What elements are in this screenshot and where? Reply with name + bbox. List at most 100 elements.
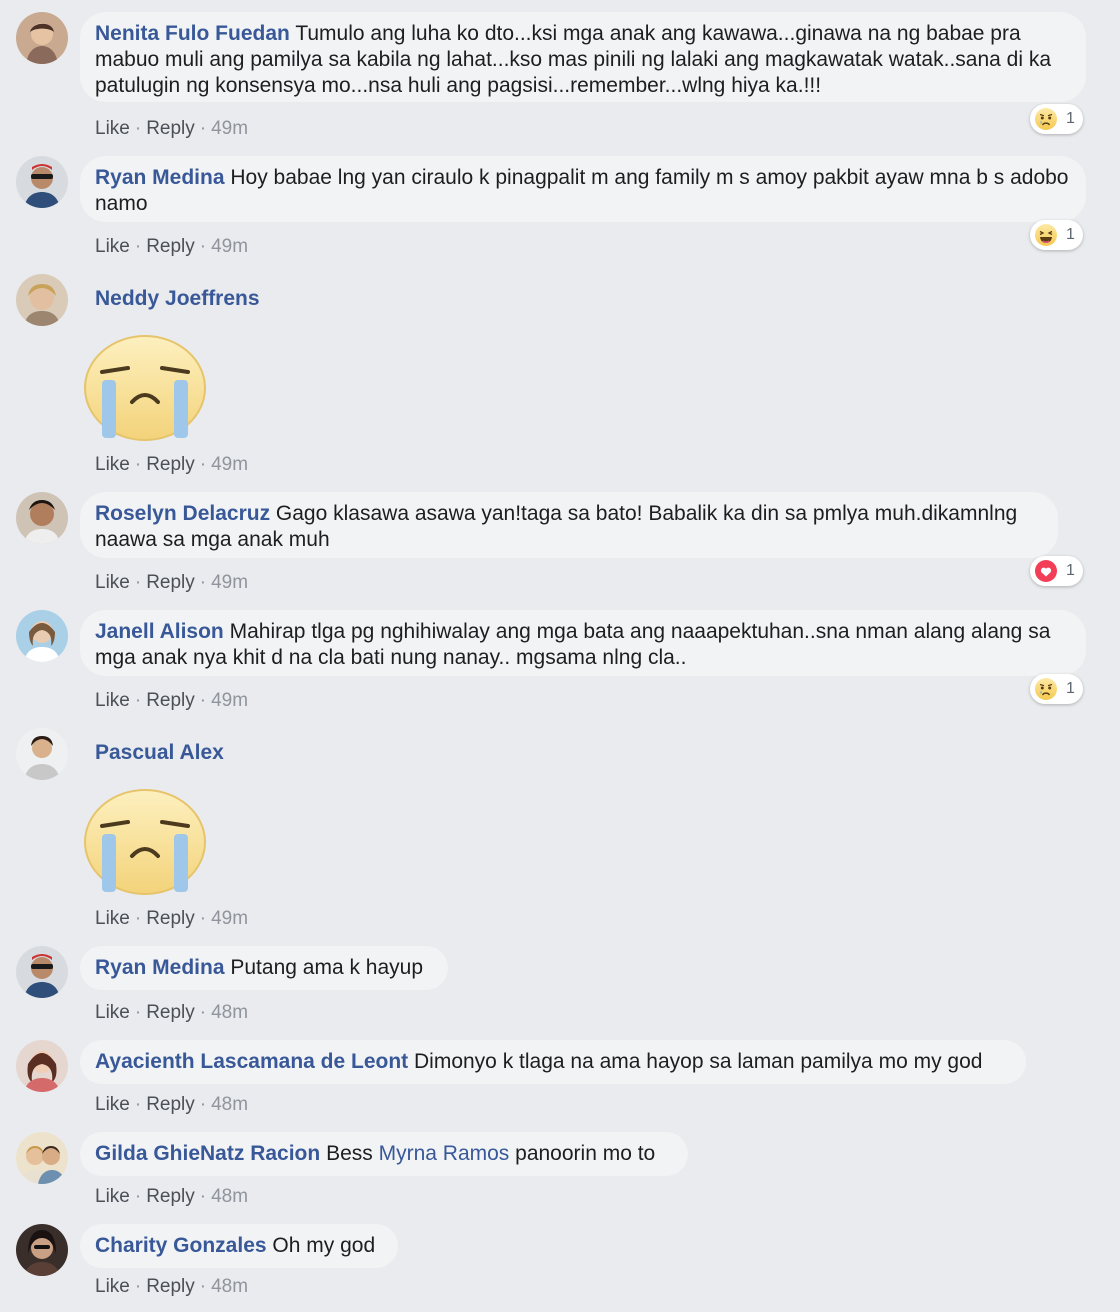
commenter-row: Neddy Joeffrens <box>95 286 260 312</box>
reaction-badge[interactable]: 1 <box>1030 674 1083 704</box>
commenter-name[interactable]: Janell Alison <box>95 620 224 643</box>
commenter-name[interactable]: Neddy Joeffrens <box>95 287 260 310</box>
comment-bubble: Ryan Medina Hoy babae lng yan ciraulo k … <box>80 156 1086 222</box>
like-link[interactable]: Like <box>95 572 130 593</box>
timestamp[interactable]: 48m <box>211 1186 248 1207</box>
comment-actions: Like · Reply · 49m <box>95 572 248 594</box>
avatar[interactable] <box>16 1132 68 1184</box>
reaction-badge[interactable]: 1 <box>1030 104 1083 134</box>
commenter-name[interactable]: Nenita Fulo Fuedan <box>95 22 290 45</box>
commenter-name[interactable]: Roselyn Delacruz <box>95 502 270 525</box>
separator: · <box>199 1002 207 1023</box>
like-link[interactable]: Like <box>95 454 130 475</box>
like-link[interactable]: Like <box>95 908 130 929</box>
separator: · <box>199 118 207 139</box>
mentioned-user-link[interactable]: Myrna Ramos <box>379 1142 510 1165</box>
separator: · <box>199 1186 207 1207</box>
reply-link[interactable]: Reply <box>146 908 195 929</box>
comment-actions: Like · Reply · 49m <box>95 690 248 712</box>
commenter-name[interactable]: Pascual Alex <box>95 741 224 764</box>
comment-bubble: Roselyn Delacruz Gago klasawa asawa yan!… <box>80 492 1058 558</box>
separator: · <box>134 236 142 257</box>
like-link[interactable]: Like <box>95 1276 130 1297</box>
comment-actions: Like · Reply · 48m <box>95 1002 248 1024</box>
separator: · <box>199 572 207 593</box>
comment-bubble: Ryan Medina Putang ama k hayup <box>80 946 448 990</box>
crying-face-sticker <box>82 784 208 896</box>
timestamp[interactable]: 49m <box>211 118 248 139</box>
separator: · <box>134 572 142 593</box>
separator: · <box>134 1186 142 1207</box>
reply-link[interactable]: Reply <box>146 572 195 593</box>
separator: · <box>134 1094 142 1115</box>
reaction-count: 1 <box>1066 680 1075 697</box>
commenter-row: Pascual Alex <box>95 740 224 766</box>
reply-link[interactable]: Reply <box>146 690 195 711</box>
commenter-name[interactable]: Ryan Medina <box>95 956 225 979</box>
timestamp[interactable]: 48m <box>211 1094 248 1115</box>
comment-text: Hoy babae lng yan ciraulo k pinagpalit m… <box>95 166 1069 215</box>
comment-text: panoorin mo to <box>515 1142 656 1165</box>
reaction-badge[interactable]: 1 <box>1030 220 1083 250</box>
reaction-badge[interactable]: 1 <box>1030 556 1083 586</box>
separator: · <box>199 690 207 711</box>
avatar[interactable] <box>16 156 68 208</box>
comment-actions: Like · Reply · 49m <box>95 908 248 930</box>
comment-actions: Like · Reply · 48m <box>95 1186 248 1208</box>
like-link[interactable]: Like <box>95 1186 130 1207</box>
avatar[interactable] <box>16 1040 68 1092</box>
reply-link[interactable]: Reply <box>146 1094 195 1115</box>
timestamp[interactable]: 48m <box>211 1276 248 1297</box>
like-link[interactable]: Like <box>95 1094 130 1115</box>
timestamp[interactable]: 49m <box>211 690 248 711</box>
separator: · <box>134 690 142 711</box>
commenter-name[interactable]: Ayacienth Lascamana de Leont <box>95 1050 408 1073</box>
avatar[interactable] <box>16 12 68 64</box>
avatar[interactable] <box>16 492 68 544</box>
comment-bubble: Janell Alison Mahirap tlga pg nghihiwala… <box>80 610 1086 676</box>
avatar[interactable] <box>16 610 68 662</box>
like-link[interactable]: Like <box>95 236 130 257</box>
timestamp[interactable]: 49m <box>211 236 248 257</box>
timestamp[interactable]: 48m <box>211 1002 248 1023</box>
reply-link[interactable]: Reply <box>146 1276 195 1297</box>
avatar[interactable] <box>16 1224 68 1276</box>
avatar[interactable] <box>16 274 68 326</box>
separator: · <box>134 118 142 139</box>
timestamp[interactable]: 49m <box>211 454 248 475</box>
reply-link[interactable]: Reply <box>146 1186 195 1207</box>
timestamp[interactable]: 49m <box>211 572 248 593</box>
reaction-count: 1 <box>1066 562 1075 579</box>
comment-actions: Like · Reply · 48m <box>95 1276 248 1298</box>
reaction-count: 1 <box>1066 110 1075 127</box>
comment-text: Bess <box>326 1142 373 1165</box>
comment-text: Putang ama k hayup <box>230 956 424 979</box>
separator: · <box>199 454 207 475</box>
haha-reaction-icon <box>1035 224 1057 246</box>
comment-text: Mahirap tlga pg nghihiwalay ang mga bata… <box>95 620 1051 669</box>
reaction-count: 1 <box>1066 226 1075 243</box>
comment-text: Dimonyo k tlaga na ama hayop sa laman pa… <box>414 1050 983 1073</box>
comment-bubble: Charity Gonzales Oh my god <box>80 1224 398 1268</box>
commenter-name[interactable]: Charity Gonzales <box>95 1234 267 1257</box>
comment-actions: Like · Reply · 49m <box>95 236 248 258</box>
commenter-name[interactable]: Ryan Medina <box>95 166 225 189</box>
like-link[interactable]: Like <box>95 118 130 139</box>
comment-bubble: Nenita Fulo Fuedan Tumulo ang luha ko dt… <box>80 12 1086 102</box>
separator: · <box>134 908 142 929</box>
reply-link[interactable]: Reply <box>146 236 195 257</box>
timestamp[interactable]: 49m <box>211 908 248 929</box>
avatar[interactable] <box>16 728 68 780</box>
separator: · <box>199 908 207 929</box>
reply-link[interactable]: Reply <box>146 454 195 475</box>
like-link[interactable]: Like <box>95 1002 130 1023</box>
separator: · <box>199 236 207 257</box>
like-link[interactable]: Like <box>95 690 130 711</box>
commenter-name[interactable]: Gilda GhieNatz Racion <box>95 1142 320 1165</box>
reply-link[interactable]: Reply <box>146 118 195 139</box>
avatar[interactable] <box>16 946 68 998</box>
comment-actions: Like · Reply · 49m <box>95 454 248 476</box>
reply-link[interactable]: Reply <box>146 1002 195 1023</box>
comment-text: Oh my god <box>272 1234 376 1257</box>
separator: · <box>199 1276 207 1297</box>
